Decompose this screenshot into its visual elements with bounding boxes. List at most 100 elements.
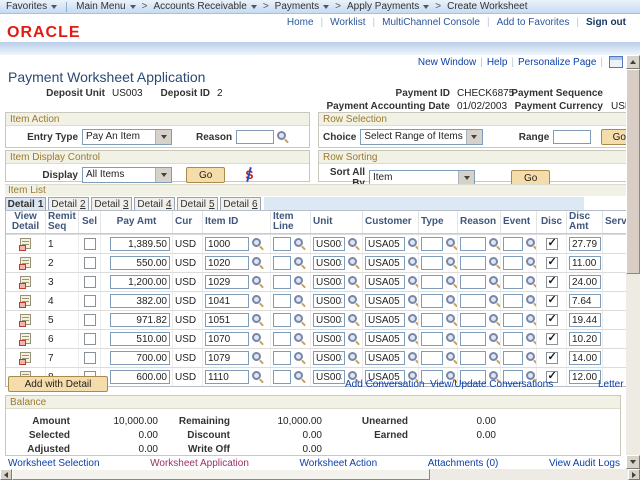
link-multichannel-console[interactable]: MultiChannel Console bbox=[382, 17, 480, 28]
reason-row-input[interactable] bbox=[460, 313, 486, 327]
lookup-icon[interactable] bbox=[348, 314, 360, 326]
lookup-icon[interactable] bbox=[526, 352, 537, 364]
lookup-icon[interactable] bbox=[348, 352, 360, 364]
reason-row-input[interactable] bbox=[460, 256, 486, 270]
lookup-icon[interactable] bbox=[294, 238, 306, 250]
customer-input[interactable] bbox=[365, 256, 405, 270]
disc-checkbox[interactable] bbox=[546, 352, 558, 364]
lookup-icon[interactable] bbox=[277, 131, 289, 143]
disc-amt-input[interactable] bbox=[569, 313, 601, 327]
unit-input[interactable] bbox=[313, 332, 345, 346]
tab-detail-1[interactable]: Detail1 bbox=[5, 197, 46, 210]
customer-input[interactable] bbox=[365, 332, 405, 346]
item-line-input[interactable] bbox=[273, 313, 291, 327]
choice-select[interactable]: Select Range of Items bbox=[360, 129, 482, 145]
item-line-input[interactable] bbox=[273, 332, 291, 346]
breadcrumb-apply-payments[interactable]: Apply Payments bbox=[347, 1, 429, 12]
disc-amt-input[interactable] bbox=[569, 351, 601, 365]
disc-amt-input[interactable] bbox=[569, 237, 601, 251]
lookup-icon[interactable] bbox=[294, 333, 306, 345]
type-input[interactable] bbox=[421, 256, 443, 270]
lookup-icon[interactable] bbox=[489, 276, 501, 288]
pay-amt-input[interactable] bbox=[110, 256, 170, 270]
disc-checkbox[interactable] bbox=[546, 238, 558, 250]
lookup-icon[interactable] bbox=[408, 333, 419, 345]
pay-amt-input[interactable] bbox=[110, 351, 170, 365]
scroll-up-button[interactable] bbox=[626, 55, 640, 69]
link-letter[interactable]: Letter bbox=[598, 379, 624, 390]
pay-amt-input[interactable] bbox=[110, 275, 170, 289]
customer-input[interactable] bbox=[365, 313, 405, 327]
unit-input[interactable] bbox=[313, 237, 345, 251]
item-line-input[interactable] bbox=[273, 351, 291, 365]
customer-input[interactable] bbox=[365, 275, 405, 289]
view-detail-icon[interactable] bbox=[19, 276, 33, 289]
horizontal-scroll-thumb[interactable] bbox=[12, 469, 430, 480]
sel-checkbox[interactable] bbox=[84, 352, 96, 364]
lookup-icon[interactable] bbox=[252, 352, 264, 364]
tab-detail-5[interactable]: Detail5 bbox=[177, 197, 218, 210]
event-input[interactable] bbox=[503, 351, 523, 365]
event-input[interactable] bbox=[503, 313, 523, 327]
view-detail-icon[interactable] bbox=[19, 314, 33, 327]
personalize-layout-icon[interactable] bbox=[609, 56, 623, 68]
lookup-icon[interactable] bbox=[252, 371, 264, 383]
lookup-icon[interactable] bbox=[446, 295, 458, 307]
reason-row-input[interactable] bbox=[460, 275, 486, 289]
item-id-input[interactable] bbox=[205, 351, 249, 365]
disc-amt-input[interactable] bbox=[569, 256, 601, 270]
tab-detail-3[interactable]: Detail3 bbox=[91, 197, 132, 210]
sel-checkbox[interactable] bbox=[84, 295, 96, 307]
disc-checkbox[interactable] bbox=[546, 257, 558, 269]
lookup-icon[interactable] bbox=[252, 276, 264, 288]
customer-input[interactable] bbox=[365, 237, 405, 251]
lookup-icon[interactable] bbox=[294, 314, 306, 326]
lookup-icon[interactable] bbox=[408, 238, 419, 250]
lookup-icon[interactable] bbox=[408, 257, 419, 269]
vertical-scroll-thumb[interactable] bbox=[626, 69, 640, 274]
type-input[interactable] bbox=[421, 351, 443, 365]
link-new-window[interactable]: New Window bbox=[418, 57, 476, 68]
pay-amt-input[interactable] bbox=[110, 313, 170, 327]
pay-amt-input[interactable] bbox=[110, 237, 170, 251]
event-input[interactable] bbox=[503, 237, 523, 251]
item-line-input[interactable] bbox=[273, 256, 291, 270]
event-input[interactable] bbox=[503, 256, 523, 270]
reason-row-input[interactable] bbox=[460, 351, 486, 365]
lookup-icon[interactable] bbox=[489, 238, 501, 250]
tab-detail-4[interactable]: Detail4 bbox=[134, 197, 175, 210]
lookup-icon[interactable] bbox=[252, 333, 264, 345]
lookup-icon[interactable] bbox=[526, 276, 537, 288]
disc-checkbox[interactable] bbox=[546, 333, 558, 345]
disc-checkbox[interactable] bbox=[546, 276, 558, 288]
item-id-input[interactable] bbox=[205, 313, 249, 327]
range-input[interactable] bbox=[553, 130, 591, 144]
breadcrumb-create-worksheet[interactable]: Create Worksheet bbox=[447, 1, 527, 12]
item-id-input[interactable] bbox=[205, 370, 249, 384]
link-sign-out[interactable]: Sign out bbox=[586, 17, 626, 28]
view-detail-icon[interactable] bbox=[19, 333, 33, 346]
lookup-icon[interactable] bbox=[489, 295, 501, 307]
lookup-icon[interactable] bbox=[348, 295, 360, 307]
item-id-input[interactable] bbox=[205, 332, 249, 346]
sel-checkbox[interactable] bbox=[84, 238, 96, 250]
lookup-icon[interactable] bbox=[252, 238, 264, 250]
pay-amt-input[interactable] bbox=[110, 294, 170, 308]
pay-amt-input[interactable] bbox=[110, 370, 170, 384]
reason-row-input[interactable] bbox=[460, 332, 486, 346]
link-worksheet-selection[interactable]: Worksheet Selection bbox=[8, 458, 100, 469]
reason-input[interactable] bbox=[236, 130, 274, 144]
lookup-icon[interactable] bbox=[526, 333, 537, 345]
lookup-icon[interactable] bbox=[252, 295, 264, 307]
lookup-icon[interactable] bbox=[489, 333, 501, 345]
breadcrumb-main-menu[interactable]: Main Menu bbox=[76, 1, 135, 12]
lookup-icon[interactable] bbox=[489, 314, 501, 326]
type-input[interactable] bbox=[421, 332, 443, 346]
lookup-icon[interactable] bbox=[294, 295, 306, 307]
type-input[interactable] bbox=[421, 275, 443, 289]
lookup-icon[interactable] bbox=[294, 257, 306, 269]
view-detail-icon[interactable] bbox=[19, 295, 33, 308]
tab-detail-6[interactable]: Detail6 bbox=[220, 197, 261, 210]
lookup-icon[interactable] bbox=[526, 295, 537, 307]
unit-input[interactable] bbox=[313, 370, 345, 384]
